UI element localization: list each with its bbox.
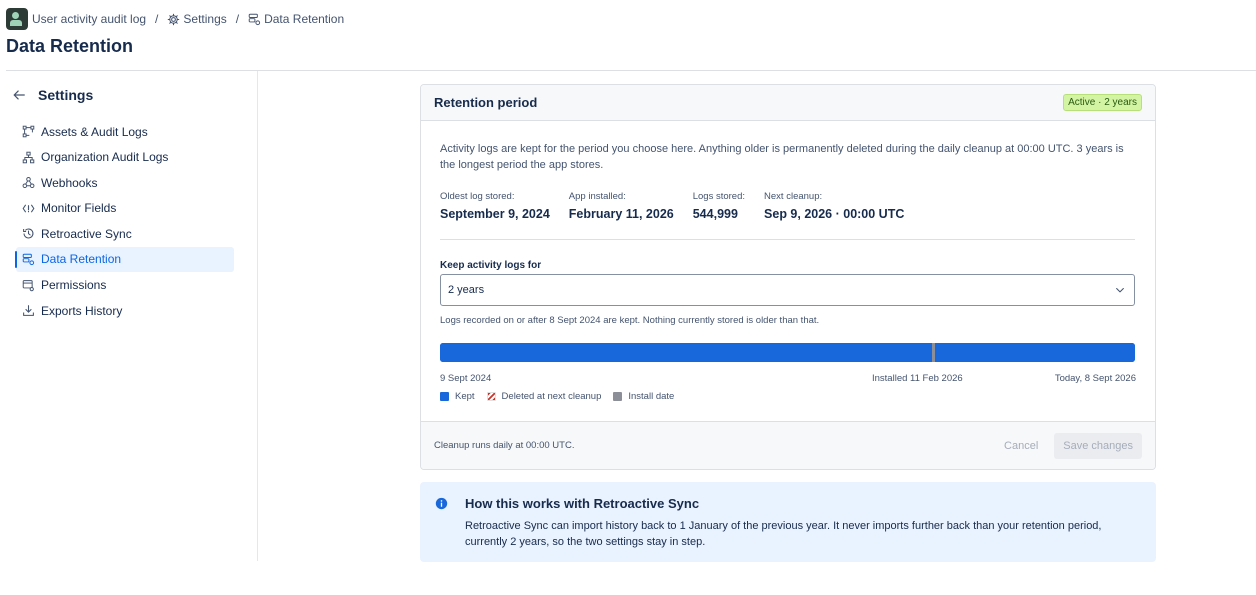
legend-swatch-deleted (486, 392, 496, 401)
legend-swatch-kept (440, 392, 449, 401)
legend-label: Kept (455, 391, 475, 402)
info-icon (435, 497, 448, 510)
sidebar-item-label: Data Retention (41, 252, 122, 267)
breadcrumb-current-label: Data Retention (264, 12, 345, 26)
gear-icon (167, 13, 180, 26)
select-value: 2 years (448, 284, 485, 296)
sidebar-item-label: Webhooks (41, 175, 98, 190)
legend-install: Install date (613, 391, 674, 402)
chevron-down-icon (1114, 284, 1126, 296)
sidebar-item-label: Exports History (41, 303, 123, 318)
retroactive-sync-info-panel: How this works with Retroactive Sync Ret… (420, 482, 1156, 562)
sidebar-item-exports-history[interactable]: Exports History (16, 298, 234, 323)
footer-actions: Cancel Save changes (1004, 432, 1142, 459)
breadcrumb-settings[interactable]: Settings (167, 12, 227, 26)
sidebar-item-assets-audit-logs[interactable]: Assets & Audit Logs (16, 119, 234, 144)
legend-deleted: Deleted at next cleanup (486, 391, 602, 402)
retention-period-select[interactable]: 2 years (440, 274, 1135, 306)
webhook-icon (22, 176, 35, 189)
timeline-legend: Kept Deleted at next cleanup Install dat… (440, 391, 686, 402)
legend-label: Install date (628, 391, 675, 402)
breadcrumb-settings-label: Settings (183, 12, 227, 26)
sidebar-item-permissions[interactable]: Permissions (16, 273, 234, 298)
sidebar-item-webhooks[interactable]: Webhooks (16, 170, 234, 195)
app-logo[interactable] (6, 8, 28, 30)
assets-icon (22, 125, 35, 138)
breadcrumb: User activity audit log / Settings / Dat… (6, 8, 344, 30)
legend-swatch-install (613, 392, 623, 401)
legend-kept: Kept (440, 391, 475, 402)
stat-oldest-log: Oldest log stored: September 9, 2024 (440, 191, 550, 221)
sidebar-header: Settings (12, 87, 93, 103)
timeline-kept-segment (440, 343, 1135, 362)
card-title: Retention period (434, 95, 538, 110)
retention-description: Activity logs are kept for the period yo… (440, 143, 1124, 171)
breadcrumb-separator: / (235, 12, 240, 26)
retention-field-label: Keep activity logs for (440, 260, 542, 271)
sidebar-title: Settings (38, 87, 94, 103)
stat-label: App installed: (568, 191, 626, 202)
stat-value: February 11, 2026 (568, 207, 674, 221)
divider (440, 239, 1135, 240)
legend-label: Deleted at next cleanup (501, 391, 602, 402)
database-settings-icon (22, 253, 35, 266)
history-icon (22, 227, 35, 240)
card-header: Retention period Active · 2 years (421, 85, 1155, 121)
sidebar-item-monitor-fields[interactable]: Monitor Fields (16, 196, 234, 221)
arrow-left-icon[interactable] (12, 88, 26, 102)
page-title: Data Retention (6, 36, 134, 56)
breadcrumb-app[interactable]: User activity audit log (32, 12, 146, 26)
save-changes-button[interactable]: Save changes (1054, 432, 1142, 459)
breadcrumb-separator: / (155, 12, 159, 26)
sidebar-item-label: Monitor Fields (41, 201, 117, 216)
timeline-end-label: Today, 8 Sept 2026 (1054, 373, 1136, 384)
card-footer: Cleanup runs daily at 00:00 UTC. Cancel … (421, 421, 1155, 469)
cancel-button[interactable]: Cancel (1004, 440, 1038, 452)
timeline-install-marker (932, 343, 936, 362)
retention-hint: Logs recorded on or after 8 Sept 2024 ar… (440, 315, 820, 326)
stat-logs-stored: Logs stored: 544,999 (693, 191, 745, 221)
stat-label: Oldest log stored: (440, 191, 515, 202)
permissions-icon (22, 279, 35, 292)
stat-label: Logs stored: (692, 191, 746, 202)
sidebar-nav: Assets & Audit Logs Organization Audit L… (15, 119, 234, 324)
settings-sidebar: Settings Assets & Audit Logs Organizatio… (0, 71, 258, 561)
status-badge: Active · 2 years (1063, 94, 1142, 111)
code-brackets-icon (22, 202, 35, 215)
stat-app-installed: App installed: February 11, 2026 (569, 191, 674, 221)
retention-timeline-bar (440, 343, 1135, 362)
org-chart-icon (22, 151, 35, 164)
sidebar-item-data-retention[interactable]: Data Retention (15, 246, 234, 272)
sidebar-item-retroactive-sync[interactable]: Retroactive Sync (16, 221, 234, 246)
database-settings-icon (248, 13, 261, 26)
sidebar-item-organization-audit-logs[interactable]: Organization Audit Logs (16, 145, 234, 170)
download-icon (22, 304, 35, 317)
sidebar-item-label: Retroactive Sync (41, 226, 132, 241)
stat-value: 544,999 (692, 207, 738, 221)
timeline-install-label: Installed 11 Feb 2026 (872, 373, 963, 384)
stat-value: Sep 9, 2026 · 00:00 UTC (764, 207, 905, 221)
sidebar-item-label: Organization Audit Logs (41, 150, 169, 165)
info-body: Retroactive Sync can import history back… (465, 520, 1102, 548)
footer-note: Cleanup runs daily at 00:00 UTC. (434, 440, 575, 451)
stat-label: Next cleanup: (764, 191, 823, 202)
stat-value: September 9, 2024 (440, 207, 550, 221)
retention-stats: Oldest log stored: September 9, 2024 App… (440, 191, 923, 221)
timeline-start-label: 9 Sept 2024 (440, 373, 492, 384)
info-title: How this works with Retroactive Sync (465, 496, 700, 511)
sidebar-item-label: Assets & Audit Logs (41, 124, 148, 139)
breadcrumb-current: Data Retention (248, 12, 344, 26)
stat-next-cleanup: Next cleanup: Sep 9, 2026 · 00:00 UTC (764, 191, 904, 221)
sidebar-item-label: Permissions (41, 278, 107, 293)
retention-period-card: Retention period Active · 2 years Activi… (420, 84, 1156, 470)
